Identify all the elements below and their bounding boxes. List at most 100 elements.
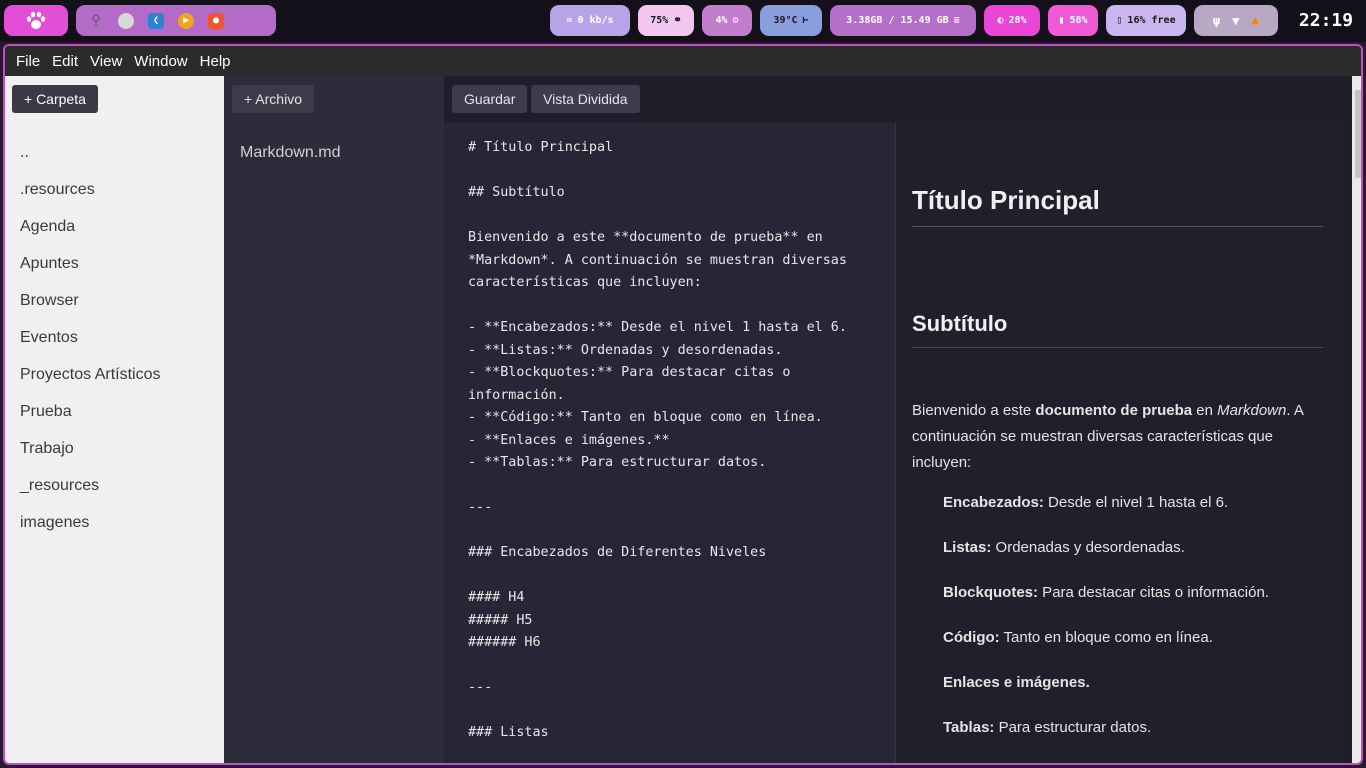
folder-item[interactable]: imagenes bbox=[20, 504, 161, 541]
search-icon[interactable]: ⚲ bbox=[88, 13, 104, 29]
intro-bold-text: documento de prueba bbox=[1035, 402, 1193, 419]
folder-item[interactable]: Apuntes bbox=[20, 245, 161, 282]
list-item: Encabezados: Desde el nivel 1 hasta el 6… bbox=[943, 492, 1323, 537]
brightness-widget[interactable]: ◐ 28% bbox=[984, 5, 1040, 36]
list-item-text: Ordenadas y desordenadas. bbox=[991, 539, 1185, 556]
list-item-label: Blockquotes: bbox=[943, 584, 1039, 601]
battery-widget[interactable]: ▮ 58% bbox=[1048, 5, 1098, 36]
list-item-label: Enlaces e imágenes. bbox=[943, 674, 1090, 691]
list-item: Código: Tanto en bloque como en línea. bbox=[943, 627, 1323, 672]
list-item-text: Para destacar citas o información. bbox=[1038, 584, 1269, 601]
editor-line: --- bbox=[468, 680, 493, 695]
folder-item[interactable]: Agenda bbox=[20, 208, 161, 245]
folder-item[interactable]: .resources bbox=[20, 171, 161, 208]
folder-item[interactable]: .. bbox=[20, 134, 161, 171]
volume-widget[interactable]: 75% ⚭ bbox=[638, 5, 694, 36]
editor-line: - **Enlaces e imágenes.** bbox=[468, 432, 670, 448]
list-item-text: Tanto en bloque como en línea. bbox=[999, 629, 1213, 646]
thermometer-icon: ⊢ bbox=[802, 15, 809, 26]
folder-item[interactable]: _resources bbox=[20, 467, 161, 504]
brightness-icon: ◐ bbox=[997, 15, 1004, 26]
editor-line: - **Encabezados:** Desde el nivel 1 hast… bbox=[468, 320, 847, 335]
editor-line: *Markdown*. A continuación se muestran d… bbox=[468, 252, 847, 268]
editor-line: - **Tablas:** Para estructurar datos. bbox=[468, 455, 767, 470]
app-dock: ⚲ ❮ ▶ ● bbox=[76, 5, 276, 36]
folder-item[interactable]: Prueba bbox=[20, 393, 161, 430]
cpu-widget[interactable]: 4% ⚙ bbox=[702, 5, 752, 36]
temperature-widget[interactable]: 39°C ⊢ bbox=[760, 5, 822, 36]
media-player-icon[interactable]: ▶ bbox=[178, 12, 194, 29]
editor-line: ##### H5 bbox=[468, 612, 533, 628]
system-tray: ψ ▼ ▲ bbox=[1194, 5, 1278, 36]
editor-line: ### Encabezados de Diferentes Niveles bbox=[468, 545, 767, 560]
temperature-value: 39°C bbox=[773, 15, 798, 26]
file-item[interactable]: Markdown.md bbox=[240, 134, 340, 171]
editor-line: --- bbox=[468, 500, 493, 515]
save-button[interactable]: Guardar bbox=[452, 85, 528, 113]
scrollbar[interactable] bbox=[1352, 76, 1361, 763]
battery-icon: ▮ bbox=[1058, 15, 1065, 26]
vlc-icon[interactable]: ▲ bbox=[1251, 13, 1259, 28]
list-item-label: Tablas: bbox=[943, 719, 995, 736]
list-item-text: Para estructurar datos. bbox=[994, 719, 1152, 736]
menu-view[interactable]: View bbox=[84, 53, 128, 70]
editor-line: ### Listas bbox=[468, 725, 549, 740]
folder-item[interactable]: Eventos bbox=[20, 319, 161, 356]
intro-text: en bbox=[1192, 402, 1218, 419]
disk-free: 16% free bbox=[1127, 15, 1176, 26]
menu-window[interactable]: Window bbox=[128, 53, 193, 70]
headphones-icon: ⚭ bbox=[673, 15, 682, 26]
vscode-icon[interactable]: ❮ bbox=[148, 12, 164, 29]
files-panel: + Archivo Markdown.md bbox=[224, 76, 444, 763]
main-content: + Carpeta .. .resources Agenda Apuntes B… bbox=[5, 76, 1361, 763]
list-item-label: Listas: bbox=[943, 539, 992, 556]
disk-widget[interactable]: ▯ 16% free bbox=[1106, 5, 1186, 36]
preview-heading-2: Subtítulo bbox=[912, 311, 1323, 348]
list-item: Blockquotes: Para destacar citas o infor… bbox=[943, 582, 1323, 627]
list-item-label: Código: bbox=[943, 629, 1000, 646]
menu-bar: File Edit View Window Help bbox=[5, 46, 1361, 76]
menu-help[interactable]: Help bbox=[194, 53, 237, 70]
network-speed: 0 kb/s bbox=[577, 15, 614, 26]
wifi-icon: ≈ bbox=[566, 15, 573, 26]
cpu-icon: ⚙ bbox=[732, 15, 739, 26]
files-app-icon[interactable] bbox=[118, 12, 134, 29]
scrollbar-thumb[interactable] bbox=[1355, 90, 1361, 178]
folder-item[interactable]: Trabajo bbox=[20, 430, 161, 467]
preview-feature-list: Encabezados: Desde el nivel 1 hasta el 6… bbox=[912, 492, 1323, 762]
app-window: File Edit View Window Help + Carpeta .. … bbox=[3, 44, 1363, 765]
menu-edit[interactable]: Edit bbox=[46, 53, 84, 70]
brave-browser-icon[interactable]: ● bbox=[208, 12, 224, 29]
launcher-button[interactable] bbox=[4, 5, 68, 36]
memory-widget[interactable]: 3.38GB / 15.49 GB ≡ bbox=[830, 5, 976, 36]
list-item: Listas: Ordenadas y desordenadas. bbox=[943, 537, 1323, 582]
split-view-button[interactable]: Vista Dividida bbox=[531, 85, 640, 113]
add-folder-button[interactable]: + Carpeta bbox=[12, 85, 98, 113]
memory-usage: 3.38GB / 15.49 GB bbox=[846, 15, 949, 26]
list-item-text: Desde el nivel 1 hasta el 6. bbox=[1043, 494, 1229, 511]
memory-icon: ≡ bbox=[953, 15, 960, 26]
add-file-button[interactable]: + Archivo bbox=[232, 85, 314, 113]
battery-level: 58% bbox=[1069, 15, 1088, 26]
editor-line: ## Subtítulo bbox=[468, 185, 565, 200]
intro-text: Bienvenido a este bbox=[912, 402, 1036, 419]
markdown-editor[interactable]: # Título Principal ## Subtítulo Bienveni… bbox=[444, 123, 895, 763]
editor-line: información. bbox=[468, 387, 565, 403]
folder-item[interactable]: Browser bbox=[20, 282, 161, 319]
network-widget[interactable]: ≈ 0 kb/s bbox=[550, 5, 630, 36]
intro-italic-text: Markdown bbox=[1217, 402, 1287, 419]
usb-icon[interactable]: ψ bbox=[1213, 14, 1220, 28]
wifi-tray-icon[interactable]: ▼ bbox=[1232, 14, 1239, 28]
folder-list: .. .resources Agenda Apuntes Browser Eve… bbox=[20, 134, 161, 541]
editor-line: - **Listas:** Ordenadas y desordenadas. bbox=[468, 342, 783, 358]
list-item: Enlaces e imágenes. bbox=[943, 672, 1323, 717]
preview-intro-paragraph: Bienvenido a este documento de prueba en… bbox=[912, 398, 1323, 476]
folder-item[interactable]: Proyectos Artísticos bbox=[20, 356, 161, 393]
menu-file[interactable]: File bbox=[10, 53, 46, 70]
clock[interactable]: 22:19 bbox=[1290, 10, 1362, 31]
